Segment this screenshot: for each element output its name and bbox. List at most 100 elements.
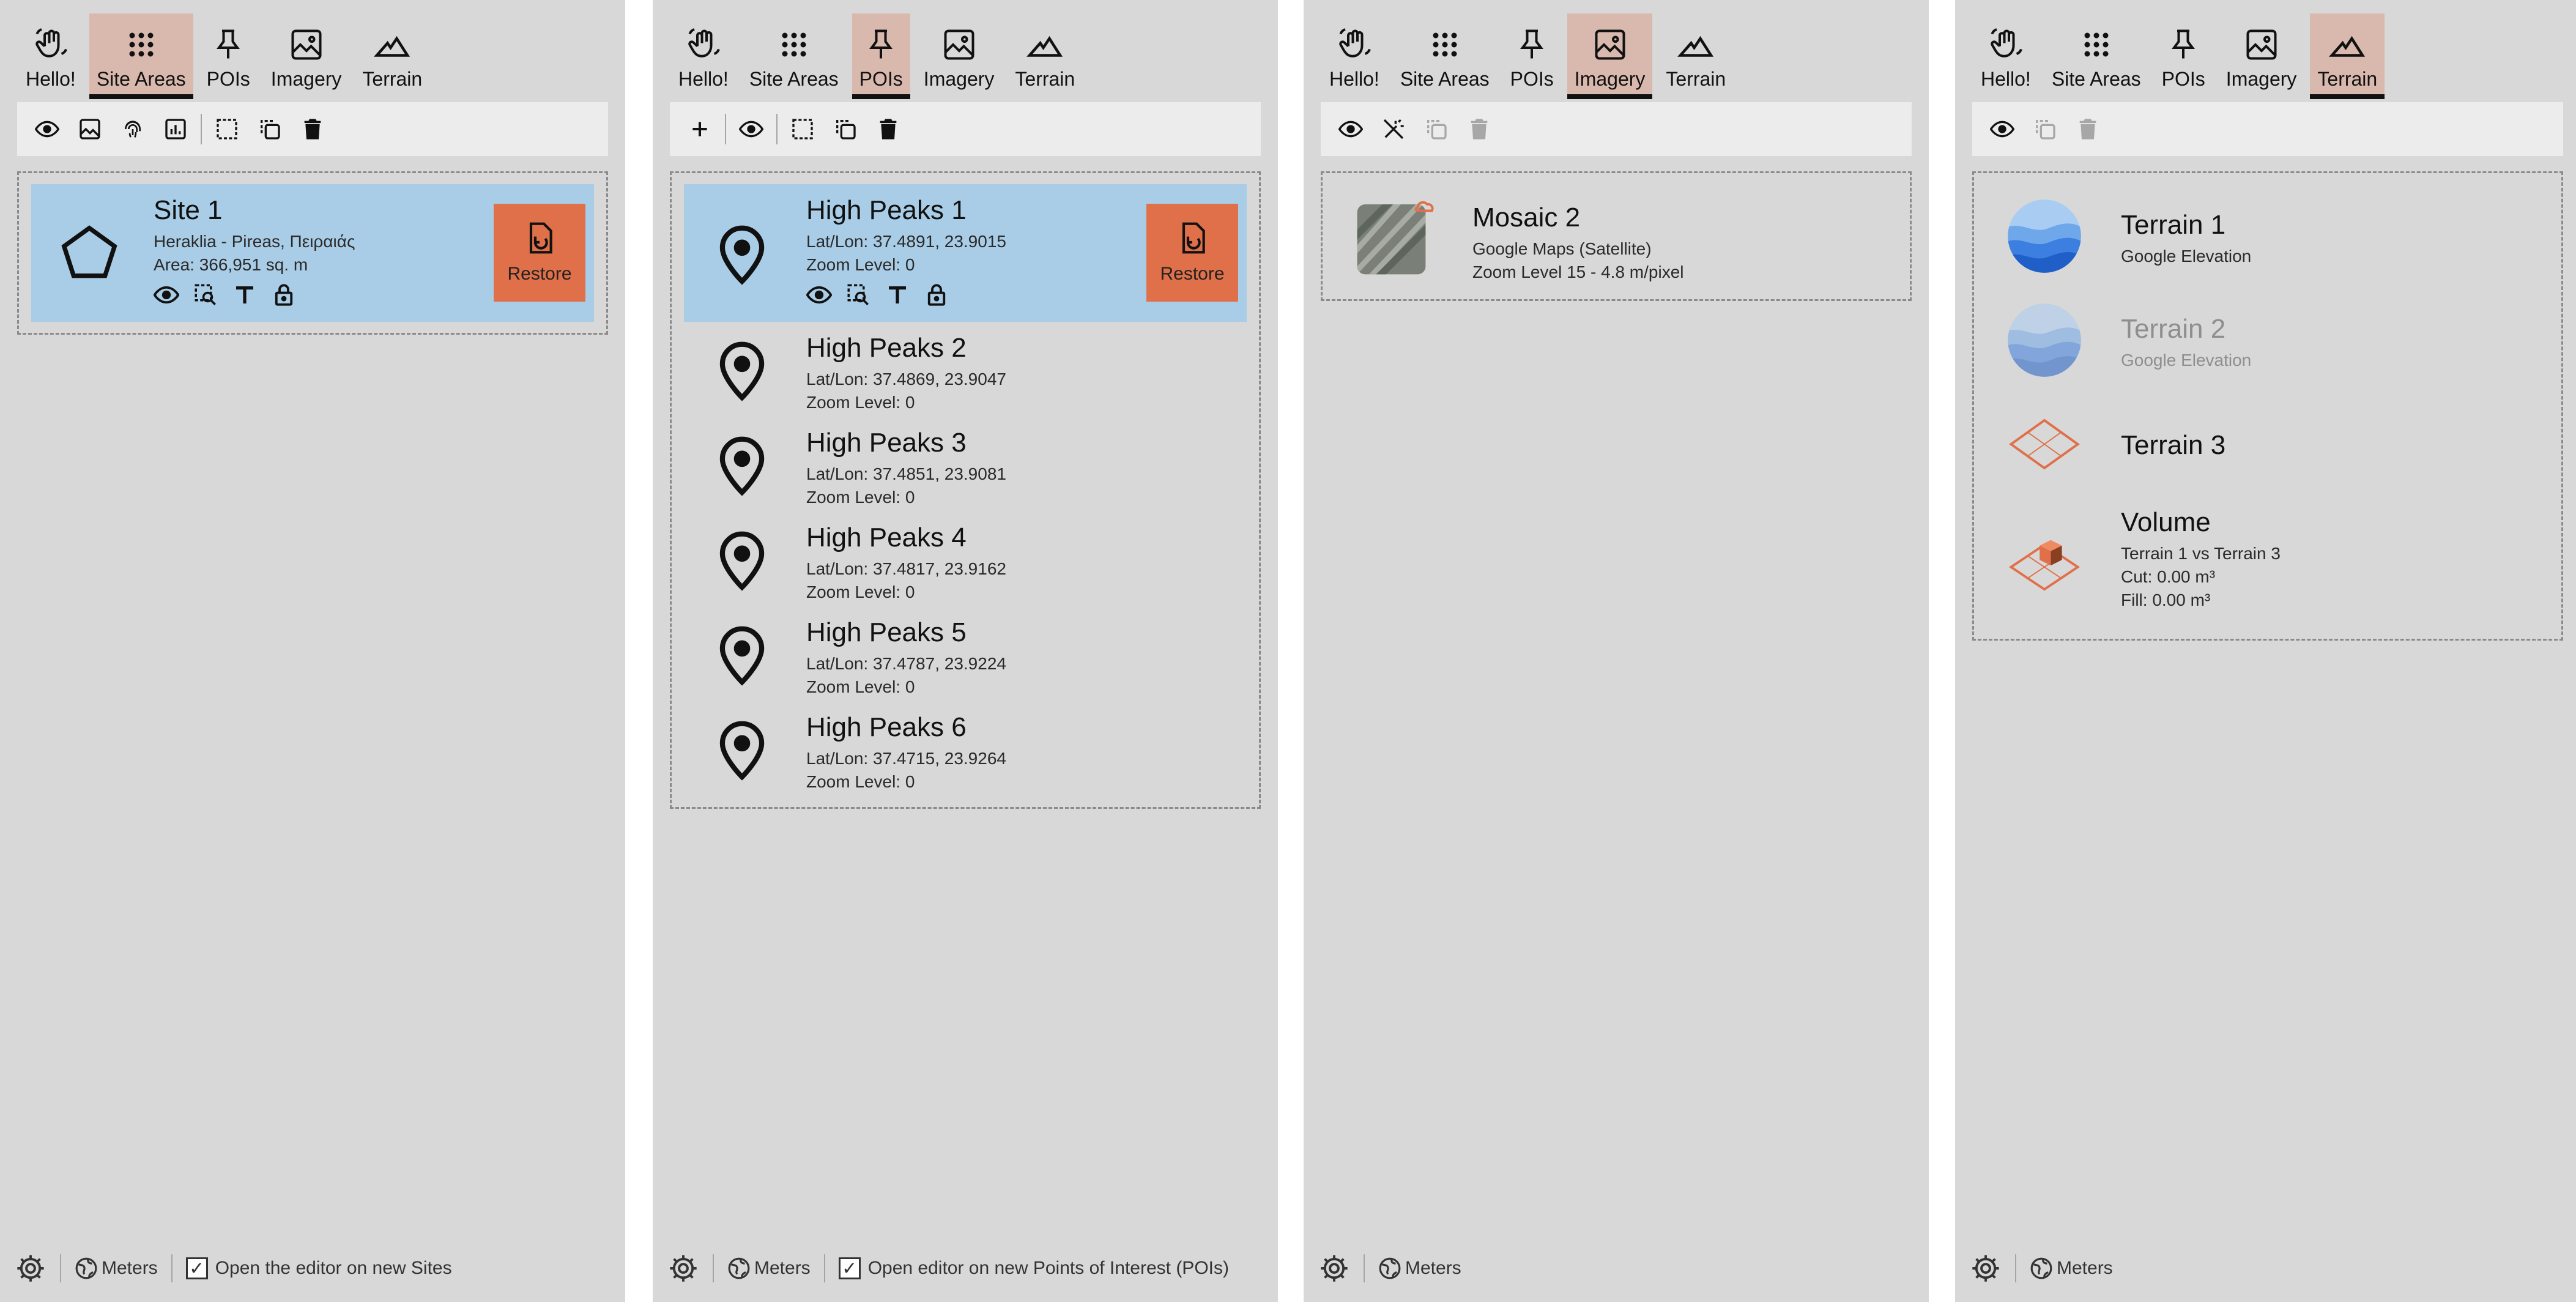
- select-dashed-icon: [217, 119, 237, 140]
- tab-terrain[interactable]: Terrain: [2310, 13, 2385, 99]
- tab-site-areas[interactable]: Site Areas: [2044, 13, 2148, 99]
- item-zoom: Zoom Level 15 - 4.8 m/pixel: [1472, 262, 1684, 281]
- restore-button[interactable]: Restore: [494, 204, 585, 302]
- tab-hello[interactable]: Hello!: [1973, 13, 2038, 99]
- visibility-button[interactable]: [1981, 108, 2024, 151]
- duplicate-button[interactable]: [248, 108, 291, 151]
- magic-wand-button[interactable]: [1372, 108, 1415, 151]
- item-zoom: Zoom Level: 0: [806, 582, 915, 601]
- eye-icon[interactable]: [806, 282, 832, 308]
- eye-icon[interactable]: [154, 282, 179, 308]
- item-title: Volume: [2121, 507, 2211, 537]
- list-item[interactable]: High Peaks 2 Lat/Lon: 37.4869, 23.9047 Z…: [684, 322, 1247, 417]
- list-item[interactable]: Terrain 2 Google Elevation: [1986, 288, 2549, 392]
- tab-imagery[interactable]: Imagery: [1567, 13, 1653, 99]
- tab-imagery[interactable]: Imagery: [2219, 13, 2304, 99]
- delete-button[interactable]: [2066, 108, 2109, 151]
- gear-icon[interactable]: [1970, 1252, 2002, 1284]
- delete-button[interactable]: [867, 108, 910, 151]
- checkbox[interactable]: ✓: [185, 1257, 208, 1279]
- imagery-button[interactable]: [69, 108, 111, 151]
- checkbox[interactable]: ✓: [838, 1257, 861, 1279]
- lock-icon[interactable]: [271, 282, 297, 308]
- open-editor-checkbox[interactable]: ✓ Open editor on new Points of Interest …: [838, 1257, 1229, 1279]
- tab-pois[interactable]: POIs: [199, 13, 258, 99]
- tab-hello[interactable]: Hello!: [671, 13, 736, 99]
- list-item[interactable]: Terrain 1 Google Elevation: [1986, 184, 2549, 288]
- tab-terrain[interactable]: Terrain: [355, 13, 429, 99]
- tab-pois[interactable]: POIs: [1503, 13, 1561, 99]
- item-source: Google Maps (Satellite): [1472, 239, 1652, 258]
- visibility-button[interactable]: [1329, 108, 1372, 151]
- tab-site-areas[interactable]: Site Areas: [742, 13, 846, 99]
- tab-imagery[interactable]: Imagery: [264, 13, 349, 99]
- item-title: High Peaks 3: [806, 428, 967, 458]
- open-editor-checkbox[interactable]: ✓ Open the editor on new Sites: [185, 1257, 452, 1279]
- visibility-button[interactable]: [730, 108, 773, 151]
- eye-icon: [1990, 121, 2014, 138]
- units-toggle[interactable]: Meters: [1378, 1257, 1461, 1280]
- list-item[interactable]: High Peaks 6 Lat/Lon: 37.4715, 23.9264 Z…: [684, 701, 1247, 796]
- trash-icon: [2079, 119, 2096, 140]
- delete-button[interactable]: [291, 108, 334, 151]
- units-label: Meters: [2057, 1258, 2113, 1278]
- tab-bar: Hello! Site Areas POIs Imagery Terrain: [671, 13, 1088, 99]
- lock-icon[interactable]: [924, 282, 949, 308]
- gear-icon[interactable]: [667, 1252, 699, 1284]
- gear-icon[interactable]: [1318, 1252, 1350, 1284]
- list-item[interactable]: Terrain 3: [1986, 392, 2549, 496]
- list-item[interactable]: High Peaks 3 Lat/Lon: 37.4851, 23.9081 Z…: [684, 417, 1247, 511]
- list-item[interactable]: High Peaks 4 Lat/Lon: 37.4817, 23.9162 Z…: [684, 511, 1247, 606]
- list-item[interactable]: High Peaks 5 Lat/Lon: 37.4787, 23.9224 Z…: [684, 606, 1247, 701]
- text-icon[interactable]: [885, 282, 910, 308]
- toolbar-separator: [776, 114, 778, 144]
- checkbox-label: Open the editor on new Sites: [215, 1258, 452, 1278]
- duplicate-button[interactable]: [824, 108, 867, 151]
- duplicate-button[interactable]: [1415, 108, 1458, 151]
- tab-terrain[interactable]: Terrain: [1658, 13, 1733, 99]
- tab-pois[interactable]: POIs: [2155, 13, 2213, 99]
- mountain-icon: [2329, 35, 2366, 57]
- footer-separator: [823, 1254, 825, 1282]
- restore-button[interactable]: Restore: [1146, 204, 1238, 302]
- gear-icon[interactable]: [15, 1252, 46, 1284]
- poi-thumb: [708, 336, 776, 403]
- tab-site-areas[interactable]: Site Areas: [89, 13, 193, 99]
- item-location: Heraklia - Pireas, Πειραιάς: [154, 232, 355, 251]
- delete-button[interactable]: [1458, 108, 1501, 151]
- list-item-selected[interactable]: High Peaks 1 Lat/Lon: 37.4891, 23.9015 Z…: [684, 184, 1247, 322]
- tab-hello[interactable]: Hello!: [18, 13, 83, 99]
- zoom-to-icon[interactable]: [193, 282, 218, 308]
- item-source: Google Elevation: [2121, 247, 2252, 266]
- fingerprint-button[interactable]: [111, 108, 154, 151]
- report-button[interactable]: [154, 108, 197, 151]
- tab-site-areas[interactable]: Site Areas: [1393, 13, 1497, 99]
- text-icon[interactable]: [232, 282, 258, 308]
- footer: Meters: [1970, 1247, 2113, 1290]
- tab-imagery[interactable]: Imagery: [916, 13, 1002, 99]
- terrain-thumb: [2005, 300, 2084, 380]
- item-title: Terrain 3: [2121, 430, 2226, 460]
- units-toggle[interactable]: Meters: [75, 1257, 158, 1280]
- item-actions: [806, 282, 949, 308]
- list-item[interactable]: Mosaic 2 Google Maps (Satellite) Zoom Le…: [1335, 184, 1898, 288]
- list-item[interactable]: Volume Terrain 1 vs Terrain 3 Cut: 0.00 …: [1986, 496, 2549, 628]
- select-area-button[interactable]: [781, 108, 824, 151]
- list-item-selected[interactable]: Site 1 Heraklia - Pireas, Πειραιάς Area:…: [31, 184, 594, 322]
- add-poi-button[interactable]: [678, 108, 721, 151]
- tab-pois[interactable]: POIs: [852, 13, 910, 99]
- visibility-button[interactable]: [26, 108, 69, 151]
- item-area: Area: 366,951 sq. m: [154, 255, 308, 274]
- restore-file-icon: [529, 222, 552, 254]
- fingerprint-icon: [125, 121, 141, 138]
- chart-icon: [165, 119, 186, 140]
- tab-label: Site Areas: [96, 68, 186, 90]
- select-area-button[interactable]: [206, 108, 248, 151]
- zoom-to-icon[interactable]: [845, 282, 871, 308]
- tab-terrain[interactable]: Terrain: [1008, 13, 1082, 99]
- toolbar: [17, 102, 608, 156]
- units-toggle[interactable]: Meters: [2030, 1257, 2113, 1280]
- tab-hello[interactable]: Hello!: [1322, 13, 1387, 99]
- units-toggle[interactable]: Meters: [727, 1257, 811, 1280]
- duplicate-button[interactable]: [2024, 108, 2066, 151]
